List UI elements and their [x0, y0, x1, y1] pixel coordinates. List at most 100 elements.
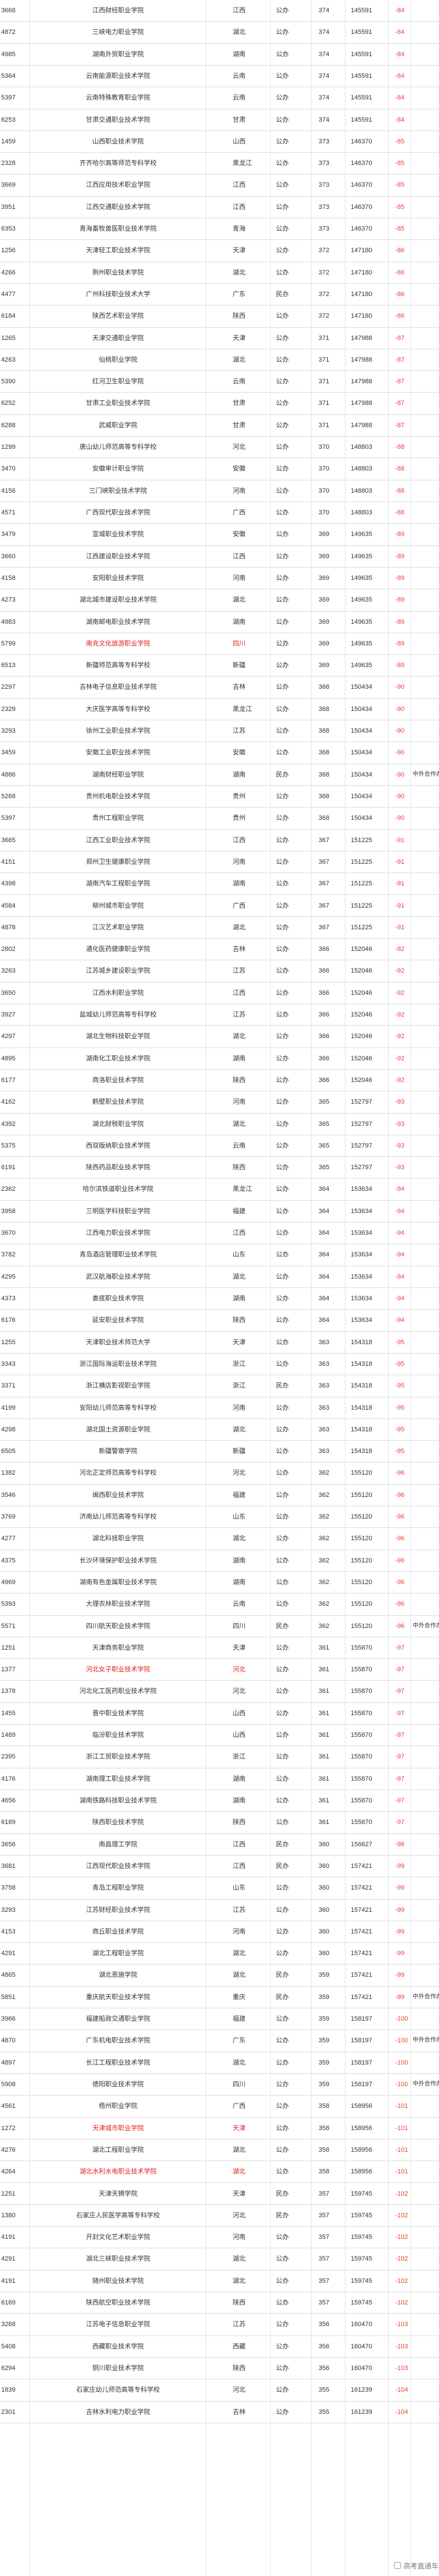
- note-cell: [413, 612, 439, 633]
- note-cell: [413, 1900, 439, 1921]
- province-cell: 湖北: [233, 2146, 246, 2153]
- column-divider: [311, 0, 312, 2576]
- college-code-cell: 3669: [1, 181, 16, 189]
- min-score-cell: 360: [319, 1928, 330, 1935]
- college-name-cell: 盐城幼儿师范高等专科学校: [79, 1011, 157, 1019]
- college-code-cell: 1459: [1, 138, 16, 145]
- note-cell: [413, 1834, 439, 1855]
- province-cell: 黑龙江: [233, 705, 252, 713]
- min-rank-cell: 157421: [351, 1884, 372, 1892]
- school-type-cell: 公办: [276, 1884, 289, 1892]
- school-type-cell: 公办: [276, 1164, 289, 1172]
- school-type-cell: 公办: [276, 1578, 289, 1586]
- min-score-cell: 363: [319, 1382, 330, 1390]
- college-name-cell: 湖南有色金属职业技术学院: [79, 1578, 157, 1586]
- note-cell: [413, 1114, 439, 1135]
- college-code-cell: 5851: [1, 1993, 16, 2001]
- min-rank-cell: 150434: [351, 792, 372, 800]
- province-cell: 江西: [233, 1862, 246, 1870]
- school-type-cell: 公办: [276, 1928, 289, 1935]
- college-code-cell: 4295: [1, 1273, 16, 1280]
- school-type-cell: 公办: [276, 946, 289, 953]
- min-score-cell: 367: [319, 902, 330, 909]
- school-type-cell: 公办: [276, 1011, 289, 1019]
- province-cell: 山西: [233, 1732, 246, 1739]
- school-type-cell: 公办: [276, 2103, 289, 2110]
- min-rank-cell: 150434: [351, 771, 372, 778]
- note-cell: [413, 1485, 439, 1506]
- note-cell: [413, 1681, 439, 1702]
- college-name-cell: 娄底职业技术学院: [92, 1295, 144, 1302]
- min-score-cell: 357: [319, 2277, 330, 2285]
- college-code-cell: 4162: [1, 1098, 16, 1106]
- table-row: 4191 开封文化艺术职业学院 河南 公办 357 159745 -102: [0, 2227, 439, 2249]
- note-cell: [413, 437, 439, 458]
- province-cell: 浙江: [233, 1360, 246, 1368]
- min-rank-cell: 155120: [351, 1535, 372, 1543]
- min-score-cell: 359: [319, 1972, 330, 1979]
- note-cell: [413, 851, 439, 873]
- college-name-cell: 哈尔滨铁道职业技术学院: [82, 1186, 154, 1193]
- min-rank-cell: 158956: [351, 2146, 372, 2153]
- province-cell: 山西: [233, 1709, 246, 1717]
- min-rank-cell: 159745: [351, 2190, 372, 2197]
- min-score-cell: 364: [319, 1273, 330, 1280]
- min-score-cell: 372: [319, 269, 330, 276]
- min-rank-cell: 155120: [351, 1600, 372, 1608]
- table-row: 6353 青海畜牧兽医职业技术学院 青海 公办 373 146370 -85: [0, 218, 439, 241]
- note-cell: [413, 109, 439, 130]
- school-type-cell: 公办: [276, 1207, 289, 1215]
- watermark-text: 高考直通车: [403, 2562, 439, 2570]
- min-score-cell: 370: [319, 509, 330, 517]
- note-cell: [413, 1288, 439, 1309]
- province-cell: 湖北: [233, 596, 246, 604]
- note-cell: [413, 1877, 439, 1898]
- table-row: 4895 湖南化工职业技术学院 湖南 公办 366 152046 -92: [0, 1048, 439, 1070]
- table-row: 1378 河北化工医药职业技术学院 河北 公办 361 155870 -97: [0, 1681, 439, 1703]
- college-code-cell: 1251: [1, 2190, 16, 2197]
- college-code-cell: 5908: [1, 2080, 16, 2088]
- college-name-cell: 陕西艺术职业学院: [92, 312, 144, 320]
- school-type-cell: 公办: [276, 596, 289, 604]
- province-cell: 江西: [233, 7, 246, 14]
- note-cell: [413, 524, 439, 545]
- table-row: 5390 红河卫生职业学院 云南 公办 371 147988 -87: [0, 371, 439, 393]
- school-type-cell: 公办: [276, 1120, 289, 1128]
- table-row: 6189 陕西职业技术学院 陕西 公办 361 155870 -97: [0, 1812, 439, 1834]
- school-type-cell: 公办: [276, 29, 289, 36]
- province-cell: 湖北: [233, 29, 246, 36]
- school-type-cell: 公办: [276, 312, 289, 320]
- province-cell: 甘肃: [233, 421, 246, 429]
- college-name-cell: 荆州职业技术学院: [92, 269, 144, 276]
- school-type-cell: 公办: [276, 684, 289, 691]
- college-code-cell: 3656: [1, 1840, 16, 1848]
- min-rank-cell: 148803: [351, 465, 372, 473]
- college-code-cell: 5364: [1, 72, 16, 80]
- table-row: 4151 郑州卫生健康职业学院 河南 公办 367 151225 -91: [0, 851, 439, 874]
- min-score-cell: 366: [319, 967, 330, 975]
- college-code-cell: 4656: [1, 1797, 16, 1805]
- college-name-cell: 甘肃工业职业技术学院: [86, 400, 150, 407]
- college-name-cell: 三门峡职业技术学院: [89, 487, 147, 494]
- province-cell: 吉林: [233, 946, 246, 953]
- province-cell: 陕西: [233, 1317, 246, 1324]
- province-cell: 湖南: [233, 1557, 246, 1564]
- table-row: 1299 唐山幼儿师范高等专科学校 河北 公办 370 148803 -88: [0, 437, 439, 459]
- school-type-cell: 公办: [276, 2124, 289, 2132]
- min-score-cell: 368: [319, 727, 330, 735]
- table-row: 4375 长沙环境保护职业技术学院 湖南 公办 362 155120 -96: [0, 1550, 439, 1572]
- college-code-cell: 3782: [1, 1251, 16, 1259]
- college-name-cell: 云南特殊教育职业学院: [86, 94, 150, 102]
- min-rank-cell: 155870: [351, 1775, 372, 1782]
- school-type-cell: 公办: [276, 531, 289, 538]
- college-name-cell: 郑州卫生健康职业学院: [86, 858, 150, 865]
- min-score-cell: 367: [319, 923, 330, 931]
- note-cell: [413, 1026, 439, 1047]
- province-cell: 吉林: [233, 2408, 246, 2416]
- min-score-cell: 373: [319, 138, 330, 145]
- college-name-cell: 石家庄幼儿师范高等专科学校: [76, 2386, 160, 2394]
- college-name-cell: 安阳幼儿师范高等专科学校: [79, 1404, 157, 1411]
- table-row: 3546 闽西职业技术学院 福建 公办 362 155120 -96: [0, 1485, 439, 1507]
- note-cell: [413, 2292, 439, 2313]
- min-rank-cell: 158197: [351, 2080, 372, 2088]
